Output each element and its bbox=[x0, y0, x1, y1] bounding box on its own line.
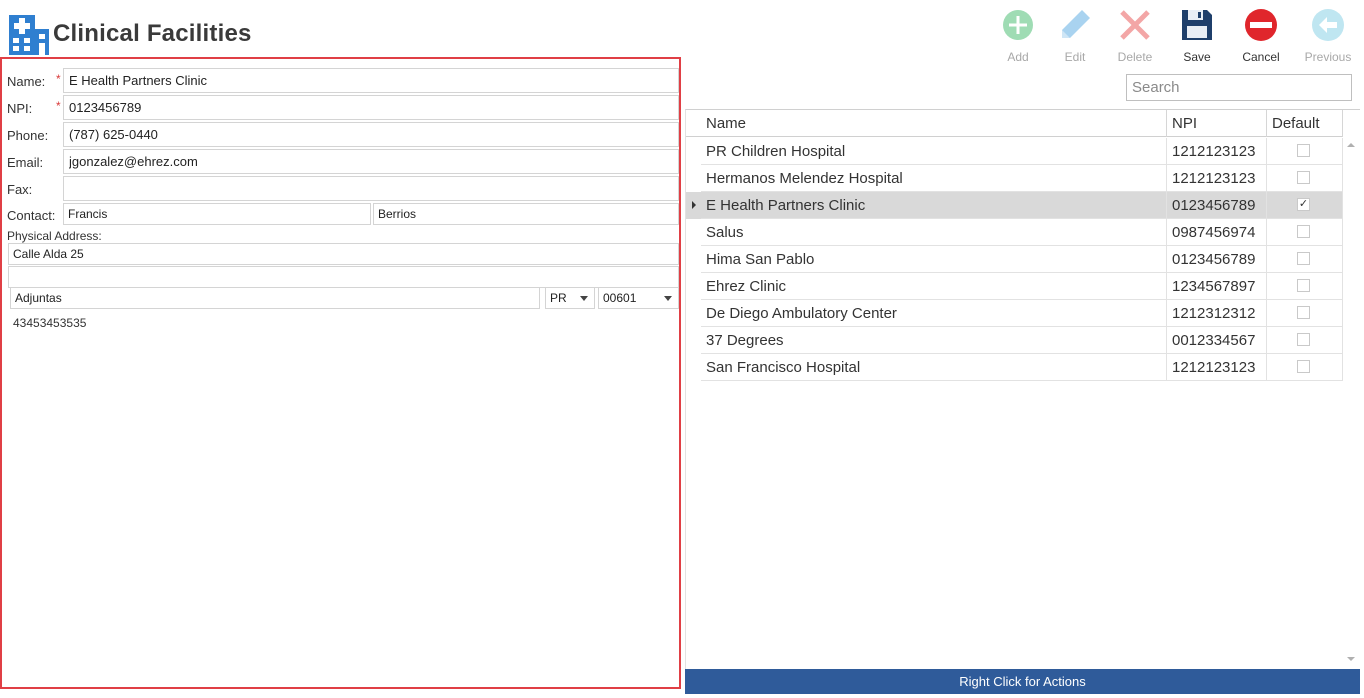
table-row[interactable]: Ehrez Clinic 1234567897 bbox=[686, 273, 1343, 300]
grid-header: Name NPI Default bbox=[686, 110, 1343, 137]
previous-button[interactable]: Previous bbox=[1298, 8, 1358, 64]
cancel-label: Cancel bbox=[1242, 50, 1280, 64]
fax-label: Fax: bbox=[7, 182, 33, 197]
status-bar[interactable]: Right Click for Actions bbox=[685, 669, 1360, 694]
floppy-disk-icon bbox=[1182, 10, 1212, 40]
edit-button[interactable]: Edit bbox=[1045, 8, 1105, 64]
hospital-building-icon bbox=[9, 15, 49, 55]
cell-name: Hima San Pablo bbox=[701, 246, 1167, 273]
zip-select[interactable]: 00601 bbox=[598, 287, 679, 309]
name-required-marker: * bbox=[56, 72, 61, 86]
npi-label: NPI: bbox=[7, 101, 33, 116]
table-row[interactable]: Hermanos Melendez Hospital 1212123123 bbox=[686, 165, 1343, 192]
email-label: Email: bbox=[7, 155, 44, 170]
grid-scrollbar[interactable] bbox=[1343, 137, 1360, 667]
cell-npi: 1212123123 bbox=[1167, 354, 1267, 381]
default-checkbox[interactable] bbox=[1297, 225, 1310, 238]
chevron-down-icon bbox=[580, 296, 588, 301]
previous-label: Previous bbox=[1304, 50, 1352, 64]
default-checkbox[interactable] bbox=[1297, 171, 1310, 184]
cell-npi: 0012334567 bbox=[1167, 327, 1267, 354]
cell-npi: 1212312312 bbox=[1167, 300, 1267, 327]
default-checkbox[interactable] bbox=[1297, 144, 1310, 157]
address-line1-field[interactable] bbox=[8, 243, 679, 265]
table-row[interactable]: Salus 0987456974 bbox=[686, 219, 1343, 246]
address-extra-value: 43453453535 bbox=[13, 316, 87, 330]
address-line2-field[interactable] bbox=[8, 266, 679, 288]
contact-last-name-field[interactable] bbox=[373, 203, 679, 225]
default-checkbox[interactable] bbox=[1297, 333, 1310, 346]
table-row[interactable]: San Francisco Hospital 1212123123 bbox=[686, 354, 1343, 381]
pencil-icon bbox=[1062, 10, 1090, 38]
save-button[interactable]: Save bbox=[1167, 8, 1227, 64]
save-label: Save bbox=[1183, 50, 1211, 64]
scroll-up-icon[interactable] bbox=[1347, 143, 1355, 147]
check-icon: ✓ bbox=[1298, 198, 1309, 210]
cell-name: Salus bbox=[701, 219, 1167, 246]
table-row[interactable]: 37 Degrees 0012334567 bbox=[686, 327, 1343, 354]
name-label: Name: bbox=[7, 74, 46, 89]
table-row[interactable]: PR Children Hospital 1212123123 bbox=[686, 138, 1343, 165]
scroll-down-icon[interactable] bbox=[1347, 657, 1355, 661]
cell-name: 37 Degrees bbox=[701, 327, 1167, 354]
contact-label: Contact: bbox=[7, 208, 56, 223]
fax-field[interactable] bbox=[63, 176, 679, 201]
column-header-default[interactable]: Default bbox=[1267, 110, 1343, 137]
cell-npi: 0987456974 bbox=[1167, 219, 1267, 246]
default-checkbox[interactable]: ✓ bbox=[1297, 198, 1310, 211]
table-row[interactable]: De Diego Ambulatory Center 1212312312 bbox=[686, 300, 1343, 327]
cell-name: Hermanos Melendez Hospital bbox=[701, 165, 1167, 192]
column-header-npi[interactable]: NPI bbox=[1167, 110, 1267, 137]
facility-form: Name: * NPI: * Phone: Email: Fax: Contac… bbox=[0, 57, 681, 689]
cell-npi: 0123456789 bbox=[1167, 246, 1267, 273]
add-label: Add bbox=[1007, 50, 1029, 64]
facilities-grid: Name NPI Default PR Children Hospital 121… bbox=[685, 109, 1360, 669]
phone-label: Phone: bbox=[7, 128, 49, 143]
cell-npi: 1234567897 bbox=[1167, 273, 1267, 300]
cell-npi: 0123456789 bbox=[1167, 192, 1267, 219]
chevron-down-icon bbox=[664, 296, 672, 301]
cell-name: San Francisco Hospital bbox=[701, 354, 1167, 381]
arrow-left-circle-icon bbox=[1312, 9, 1344, 41]
add-button[interactable]: Add bbox=[988, 8, 1048, 64]
state-select-value: PR bbox=[550, 291, 567, 305]
default-checkbox[interactable] bbox=[1297, 306, 1310, 319]
zip-select-value: 00601 bbox=[603, 291, 637, 305]
cell-name: De Diego Ambulatory Center bbox=[701, 300, 1167, 327]
email-field[interactable] bbox=[63, 149, 679, 174]
phone-field[interactable] bbox=[63, 122, 679, 147]
cell-npi: 1212123123 bbox=[1167, 165, 1267, 192]
minus-circle-icon bbox=[1245, 9, 1277, 41]
cell-name: PR Children Hospital bbox=[701, 138, 1167, 165]
page-title: Clinical Facilities bbox=[53, 20, 252, 47]
physical-address-label: Physical Address: bbox=[7, 229, 102, 243]
search-input[interactable] bbox=[1126, 74, 1352, 101]
cancel-button[interactable]: Cancel bbox=[1231, 8, 1291, 64]
table-row[interactable]: Hima San Pablo 0123456789 bbox=[686, 246, 1343, 273]
default-checkbox[interactable] bbox=[1297, 279, 1310, 292]
npi-required-marker: * bbox=[56, 99, 61, 113]
delete-label: Delete bbox=[1117, 50, 1153, 64]
cell-name: E Health Partners Clinic bbox=[701, 192, 1167, 219]
plus-circle-icon bbox=[1003, 10, 1033, 40]
contact-first-name-field[interactable] bbox=[63, 203, 371, 225]
default-checkbox[interactable] bbox=[1297, 360, 1310, 373]
delete-button[interactable]: Delete bbox=[1105, 8, 1165, 64]
x-icon bbox=[1120, 10, 1150, 40]
column-header-name[interactable]: Name bbox=[701, 110, 1167, 137]
row-indicator-icon bbox=[692, 201, 696, 209]
city-field[interactable] bbox=[10, 287, 540, 309]
name-field[interactable] bbox=[63, 68, 679, 93]
state-select[interactable]: PR bbox=[545, 287, 595, 309]
table-row[interactable]: E Health Partners Clinic 0123456789 ✓ bbox=[686, 192, 1343, 219]
cell-npi: 1212123123 bbox=[1167, 138, 1267, 165]
default-checkbox[interactable] bbox=[1297, 252, 1310, 265]
npi-field[interactable] bbox=[63, 95, 679, 120]
edit-label: Edit bbox=[1064, 50, 1086, 64]
cell-name: Ehrez Clinic bbox=[701, 273, 1167, 300]
